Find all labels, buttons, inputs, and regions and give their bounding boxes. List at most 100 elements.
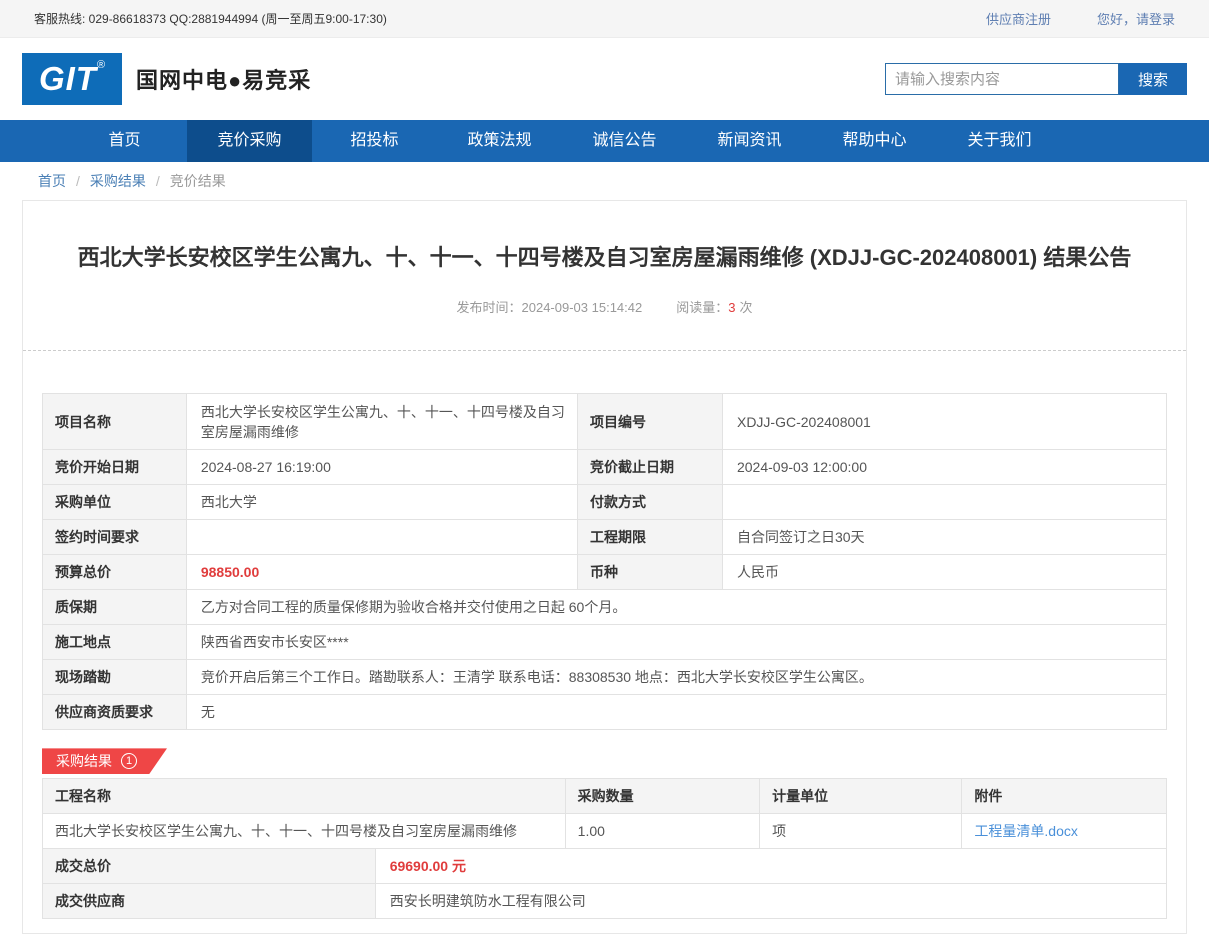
supplier-register-link[interactable]: 供应商注册 <box>986 9 1051 28</box>
signing-time-value <box>186 520 577 555</box>
table-row: 质保期 乙方对合同工程的质量保修期为验收合格并交付使用之日起 60个月。 <box>43 590 1167 625</box>
search-button[interactable]: 搜索 <box>1119 63 1187 95</box>
project-name-header: 工程名称 <box>43 779 566 814</box>
publish-time-label: 发布时间： <box>457 300 522 315</box>
table-row: 竞价开始日期 2024-08-27 16:19:00 竞价截止日期 2024-0… <box>43 450 1167 485</box>
purchaser-value: 西北大学 <box>186 485 577 520</box>
table-row: 施工地点 陕西省西安市长安区**** <box>43 625 1167 660</box>
project-code-label: 项目编号 <box>578 394 723 450</box>
search-bar: 搜索 <box>885 63 1187 95</box>
quantity-header: 采购数量 <box>565 779 759 814</box>
budget-total-value: 98850.00 <box>186 555 577 590</box>
table-header-row: 工程名称 采购数量 计量单位 附件 <box>43 779 1167 814</box>
announcement-meta: 发布时间：2024-09-03 15:14:42 阅读量：3次 <box>63 297 1146 316</box>
site-logo[interactable]: GIT ® 国网中电●易竞采 <box>22 53 311 105</box>
purchase-result-table: 工程名称 采购数量 计量单位 附件 西北大学长安校区学生公寓九、十、十一、十四号… <box>42 778 1167 849</box>
result-unit: 项 <box>760 814 962 849</box>
nav-item-home[interactable]: 首页 <box>62 120 187 162</box>
project-duration-label: 工程期限 <box>578 520 723 555</box>
view-count-unit: 次 <box>739 300 752 315</box>
nav-item-policies[interactable]: 政策法规 <box>437 120 562 162</box>
site-name: 国网中电●易竞采 <box>136 63 311 95</box>
site-header: GIT ® 国网中电●易竞采 搜索 <box>0 38 1209 120</box>
nav-item-help-center[interactable]: 帮助中心 <box>812 120 937 162</box>
bid-deadline-label: 竞价截止日期 <box>578 450 723 485</box>
page-title: 西北大学长安校区学生公寓九、十、十一、十四号楼及自习室房屋漏雨维修 (XDJJ-… <box>63 245 1146 271</box>
breadcrumb-home[interactable]: 首页 <box>38 171 66 191</box>
budget-total-label: 预算总价 <box>43 555 187 590</box>
winning-supplier-label: 成交供应商 <box>43 884 376 919</box>
bid-start-value: 2024-08-27 16:19:00 <box>186 450 577 485</box>
bid-deadline-value: 2024-09-03 12:00:00 <box>722 450 1166 485</box>
nav-item-tendering[interactable]: 招投标 <box>312 120 437 162</box>
construction-site-value: 陕西省西安市长安区**** <box>186 625 1166 660</box>
nav-item-bidding-purchase[interactable]: 竞价采购 <box>187 120 312 162</box>
purchase-result-badge-label: 采购结果 <box>56 751 112 771</box>
breadcrumb-current: 竞价结果 <box>170 171 226 191</box>
table-row: 成交总价 69690.00 元 <box>43 849 1167 884</box>
result-attachment-cell: 工程量清单.docx <box>962 814 1167 849</box>
service-hotline-text: 客服热线: 029-86618373 QQ:2881944994 (周一至周五9… <box>34 10 387 27</box>
attachment-header: 附件 <box>962 779 1167 814</box>
registered-trademark-icon: ® <box>97 59 105 71</box>
construction-site-label: 施工地点 <box>43 625 187 660</box>
logo-git-mark: GIT ® <box>22 53 122 105</box>
table-row: 西北大学长安校区学生公寓九、十、十一、十四号楼及自习室房屋漏雨维修 1.00 项… <box>43 814 1167 849</box>
announcement-title-section: 西北大学长安校区学生公寓九、十、十一、十四号楼及自习室房屋漏雨维修 (XDJJ-… <box>23 201 1186 351</box>
table-row: 签约时间要求 工程期限 自合同签订之日30天 <box>43 520 1167 555</box>
site-survey-value: 竞价开启后第三个工作日。踏勘联系人：王清学 联系电话：88308530 地点：西… <box>186 660 1166 695</box>
nav-item-integrity-notice[interactable]: 诚信公告 <box>562 120 687 162</box>
currency-value: 人民币 <box>722 555 1166 590</box>
unit-header: 计量单位 <box>760 779 962 814</box>
winning-supplier-value: 西安长明建筑防水工程有限公司 <box>375 884 1166 919</box>
nav-item-about-us[interactable]: 关于我们 <box>937 120 1062 162</box>
table-row: 项目名称 西北大学长安校区学生公寓九、十、十一、十四号楼及自习室房屋漏雨维修 项… <box>43 394 1167 450</box>
signing-time-label: 签约时间要求 <box>43 520 187 555</box>
attachment-link[interactable]: 工程量清单.docx <box>974 823 1077 839</box>
announcement-card: 西北大学长安校区学生公寓九、十、十一、十四号楼及自习室房屋漏雨维修 (XDJJ-… <box>22 200 1187 934</box>
site-survey-label: 现场踏勘 <box>43 660 187 695</box>
result-count-badge: 1 <box>121 753 137 769</box>
result-project-name: 西北大学长安校区学生公寓九、十、十一、十四号楼及自习室房屋漏雨维修 <box>43 814 566 849</box>
project-code-value: XDJJ-GC-202408001 <box>722 394 1166 450</box>
table-row: 现场踏勘 竞价开启后第三个工作日。踏勘联系人：王清学 联系电话：88308530… <box>43 660 1167 695</box>
breadcrumb-separator: / <box>76 173 80 189</box>
supplier-qualification-value: 无 <box>186 695 1166 730</box>
deal-total-value: 69690.00 元 <box>375 849 1166 884</box>
detail-section: 项目名称 西北大学长安校区学生公寓九、十、十一、十四号楼及自习室房屋漏雨维修 项… <box>23 351 1186 933</box>
deal-summary-table: 成交总价 69690.00 元 成交供应商 西安长明建筑防水工程有限公司 <box>42 848 1167 919</box>
table-row: 成交供应商 西安长明建筑防水工程有限公司 <box>43 884 1167 919</box>
project-duration-value: 自合同签订之日30天 <box>722 520 1166 555</box>
project-info-table: 项目名称 西北大学长安校区学生公寓九、十、十一、十四号楼及自习室房屋漏雨维修 项… <box>42 393 1167 730</box>
payment-method-value <box>722 485 1166 520</box>
topbar-links: 供应商注册 您好，请登录 <box>986 9 1175 28</box>
login-link[interactable]: 您好，请登录 <box>1097 9 1175 28</box>
purchase-result-badge: 采购结果 1 <box>42 748 167 774</box>
currency-label: 币种 <box>578 555 723 590</box>
project-name-value: 西北大学长安校区学生公寓九、十、十一、十四号楼及自习室房屋漏雨维修 <box>186 394 577 450</box>
search-input[interactable] <box>885 63 1119 95</box>
deal-total-label: 成交总价 <box>43 849 376 884</box>
table-row: 预算总价 98850.00 币种 人民币 <box>43 555 1167 590</box>
publish-time-value: 2024-09-03 15:14:42 <box>522 300 643 315</box>
table-row: 供应商资质要求 无 <box>43 695 1167 730</box>
nav-item-news[interactable]: 新闻资讯 <box>687 120 812 162</box>
project-name-label: 项目名称 <box>43 394 187 450</box>
warranty-value: 乙方对合同工程的质量保修期为验收合格并交付使用之日起 60个月。 <box>186 590 1166 625</box>
breadcrumb-purchase-results[interactable]: 采购结果 <box>90 171 146 191</box>
topbar: 客服热线: 029-86618373 QQ:2881944994 (周一至周五9… <box>0 0 1209 38</box>
warranty-label: 质保期 <box>43 590 187 625</box>
payment-method-label: 付款方式 <box>578 485 723 520</box>
table-row: 采购单位 西北大学 付款方式 <box>43 485 1167 520</box>
main-nav: 首页 竞价采购 招投标 政策法规 诚信公告 新闻资讯 帮助中心 关于我们 <box>0 120 1209 162</box>
view-count-label: 阅读量： <box>676 300 728 315</box>
publish-time: 发布时间：2024-09-03 15:14:42 <box>457 297 643 316</box>
view-count: 阅读量：3次 <box>676 297 752 316</box>
breadcrumb-separator: / <box>156 173 160 189</box>
bid-start-label: 竞价开始日期 <box>43 450 187 485</box>
supplier-qualification-label: 供应商资质要求 <box>43 695 187 730</box>
result-quantity: 1.00 <box>565 814 759 849</box>
view-count-value: 3 <box>728 300 735 315</box>
purchaser-label: 采购单位 <box>43 485 187 520</box>
logo-git-text: GIT <box>39 60 97 98</box>
